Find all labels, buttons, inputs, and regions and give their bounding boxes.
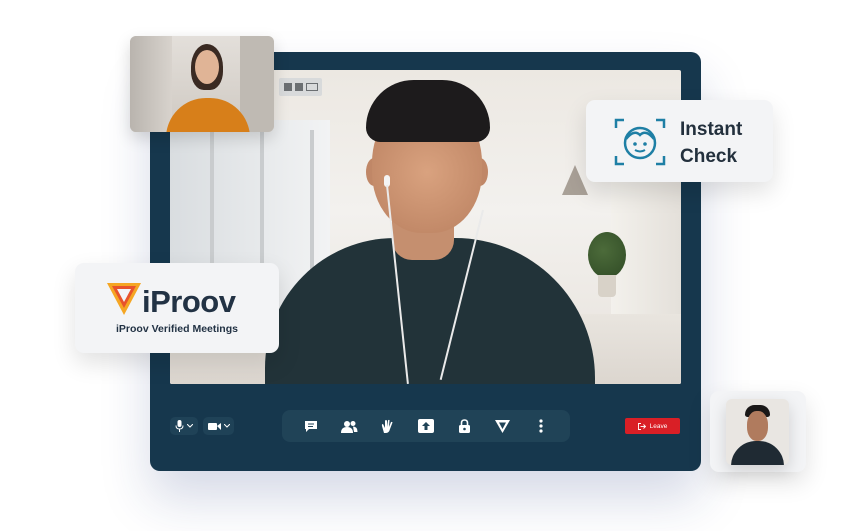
participants-button[interactable] bbox=[338, 415, 360, 437]
leave-button[interactable]: Leave bbox=[625, 418, 680, 434]
chevron-down-icon bbox=[187, 424, 193, 428]
instant-check-card[interactable]: Instant Check bbox=[586, 100, 773, 182]
iproov-shield-icon bbox=[495, 419, 511, 433]
lock-button[interactable] bbox=[453, 415, 475, 437]
reactions-icon bbox=[382, 419, 393, 433]
participant-tile-man bbox=[726, 399, 789, 465]
participant-face bbox=[195, 50, 219, 84]
reactions-button[interactable] bbox=[377, 415, 399, 437]
layout-toggle-icon[interactable] bbox=[279, 78, 322, 96]
self-view-card bbox=[710, 391, 806, 472]
instant-check-label-line2: Check bbox=[680, 146, 738, 167]
camera-button[interactable] bbox=[203, 417, 234, 435]
participant-tile-woman bbox=[130, 36, 274, 132]
microphone-icon bbox=[175, 420, 184, 432]
share-screen-icon bbox=[417, 419, 434, 433]
brand-subtitle: iProov Verified Meetings bbox=[116, 323, 238, 335]
exit-icon bbox=[637, 422, 646, 430]
share-screen-button[interactable] bbox=[415, 415, 437, 437]
participants-icon bbox=[341, 420, 358, 433]
camera-icon bbox=[207, 422, 221, 430]
participant-shirt bbox=[166, 98, 250, 132]
face-scan-icon bbox=[614, 118, 666, 166]
lock-icon bbox=[458, 419, 470, 433]
microphone-button[interactable] bbox=[170, 417, 198, 435]
iproov-logo-icon bbox=[107, 283, 141, 315]
instant-check-label-line1: Instant bbox=[680, 119, 743, 140]
brand-name: iProov bbox=[142, 284, 236, 319]
more-options-button[interactable] bbox=[530, 415, 552, 437]
iproov-verify-button[interactable] bbox=[492, 415, 514, 437]
meeting-toolbar bbox=[282, 410, 570, 442]
chat-icon bbox=[305, 420, 318, 432]
chevron-down-icon bbox=[223, 424, 230, 428]
chat-button[interactable] bbox=[300, 415, 322, 437]
more-options-icon bbox=[539, 419, 543, 433]
leave-label: Leave bbox=[649, 422, 668, 430]
iproov-brand-card: iProov iProov Verified Meetings bbox=[75, 263, 279, 353]
